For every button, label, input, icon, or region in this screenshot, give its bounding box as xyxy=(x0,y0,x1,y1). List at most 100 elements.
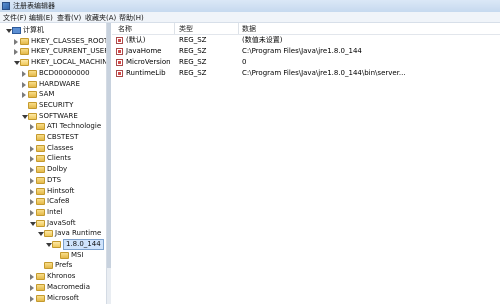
tree-node[interactable]: Prefs xyxy=(0,260,106,271)
list-header: 名称 类型 数据 xyxy=(112,23,500,35)
tree-node[interactable]: Khronos xyxy=(0,271,106,282)
tree-node[interactable]: JavaSoft xyxy=(0,218,106,229)
menu-favorites[interactable]: 收藏夹(A) xyxy=(85,13,116,23)
value-row[interactable]: MicroVersion REG_SZ 0 xyxy=(112,57,500,68)
value-data: (数值未设置) xyxy=(242,36,283,44)
column-name[interactable]: 名称 xyxy=(118,24,132,34)
menu-bar: 文件(F) 编辑(E) 查看(V) 收藏夹(A) 帮助(H) xyxy=(0,12,500,23)
tree-node-label: HKEY_CLASSES_ROOT xyxy=(31,36,107,45)
tree-node[interactable]: Dolby xyxy=(0,164,106,175)
expand-arrow-icon[interactable] xyxy=(14,49,18,56)
tree-node-label: Intel xyxy=(47,207,63,216)
expand-arrow-icon[interactable] xyxy=(14,38,18,45)
expand-arrow-icon[interactable] xyxy=(30,145,34,152)
folder-icon xyxy=(28,69,37,77)
tree-node[interactable]: HARDWARE xyxy=(0,79,106,90)
tree-scrollbar-thumb[interactable] xyxy=(107,23,111,268)
folder-icon xyxy=(44,230,53,238)
folder-icon xyxy=(36,208,45,216)
folder-icon xyxy=(36,198,45,206)
tree-node[interactable]: Hintsoft xyxy=(0,186,106,197)
expand-arrow-icon[interactable] xyxy=(22,70,26,77)
expand-arrow-icon[interactable] xyxy=(30,295,34,302)
menu-view[interactable]: 查看(V) xyxy=(57,13,81,23)
column-divider[interactable] xyxy=(238,23,239,34)
expand-arrow-icon[interactable] xyxy=(30,188,34,195)
column-data[interactable]: 数据 xyxy=(242,24,256,34)
expand-arrow-icon[interactable] xyxy=(22,81,26,88)
tree-node[interactable]: Java Runtime xyxy=(0,228,106,239)
window-title: 注册表编辑器 xyxy=(13,2,55,10)
tree-node-label: SECURITY xyxy=(39,100,74,109)
value-name: RuntimeLib xyxy=(126,69,166,77)
tree-node[interactable]: ICafe8 xyxy=(0,196,106,207)
expand-arrow-icon[interactable] xyxy=(30,156,34,163)
value-row[interactable]: (默认) REG_SZ (数值未设置) xyxy=(112,35,500,46)
tree-node-label: DTS xyxy=(47,175,62,184)
folder-icon xyxy=(36,123,45,131)
tree-node-label: HARDWARE xyxy=(39,79,80,88)
tree-node[interactable]: BCD00000000 xyxy=(0,68,106,79)
expand-arrow-icon[interactable] xyxy=(30,177,34,184)
tree-node-label: MSI xyxy=(71,250,84,259)
string-value-icon xyxy=(116,37,123,44)
tree-node[interactable]: 计算机 xyxy=(0,25,106,36)
tree-node-label: Hintsoft xyxy=(47,186,75,195)
value-row[interactable]: RuntimeLib REG_SZ C:\Program Files\Java\jr… xyxy=(112,68,500,79)
expand-arrow-icon[interactable] xyxy=(22,92,26,99)
folder-icon xyxy=(44,262,53,270)
value-name: MicroVersion xyxy=(126,58,171,66)
menu-help[interactable]: 帮助(H) xyxy=(119,13,144,23)
tree-node[interactable]: HKEY_LOCAL_MACHINE xyxy=(0,57,106,68)
folder-icon xyxy=(28,101,37,109)
folder-icon xyxy=(36,176,45,184)
tree-node[interactable]: HKEY_CURRENT_USER xyxy=(0,46,106,57)
tree-node-label: Classes xyxy=(47,143,74,152)
values-list: 名称 类型 数据 (默认) REG_SZ (数值未设置) JavaHome REG_SZ… xyxy=(112,23,500,304)
tree-node[interactable]: SECURITY xyxy=(0,100,106,111)
expand-arrow-icon[interactable] xyxy=(30,274,34,281)
folder-icon xyxy=(36,134,45,141)
tree-node-label: 1.8.0_144 xyxy=(63,239,104,250)
tree-scrollbar[interactable] xyxy=(106,23,111,304)
menu-file[interactable]: 文件(F) xyxy=(3,13,27,23)
column-divider[interactable] xyxy=(174,23,175,34)
tree-node[interactable]: Intel xyxy=(0,207,106,218)
expand-arrow-icon[interactable] xyxy=(30,167,34,174)
tree-node[interactable]: DTS xyxy=(0,175,106,186)
tree-node[interactable]: HKEY_CLASSES_ROOT xyxy=(0,36,106,47)
tree-node[interactable]: MSI xyxy=(0,250,106,261)
value-type: REG_SZ xyxy=(179,69,207,77)
value-type: REG_SZ xyxy=(179,58,207,66)
column-type[interactable]: 类型 xyxy=(179,24,193,34)
folder-icon xyxy=(52,241,61,248)
registry-tree[interactable]: 计算机 HKEY_CLASSES_ROOT HKEY_CURRENT_USER HKE… xyxy=(0,23,107,304)
value-name: JavaHome xyxy=(126,47,162,55)
tree-node-label: Microsoft xyxy=(47,293,79,302)
tree-node[interactable]: 1.8.0_144 xyxy=(0,239,106,250)
tree-node-label: Java Runtime xyxy=(55,229,102,238)
value-data: C:\Program Files\Java\jre1.8.0_144\bin\s… xyxy=(242,69,406,77)
tree-node[interactable]: ATI Technologie xyxy=(0,121,106,132)
expand-arrow-icon[interactable] xyxy=(30,209,34,216)
tree-node[interactable]: Clients xyxy=(0,153,106,164)
string-value-icon xyxy=(116,70,123,77)
tree-node[interactable]: CBSTEST xyxy=(0,132,106,143)
folder-icon xyxy=(36,294,45,302)
tree-node[interactable]: Macromedia xyxy=(0,282,106,293)
tree-node-label: Khronos xyxy=(47,272,76,281)
expand-arrow-icon[interactable] xyxy=(30,199,34,206)
expand-arrow-icon[interactable] xyxy=(30,284,34,291)
tree-node-label: Clients xyxy=(47,154,71,163)
tree-node[interactable]: SAM xyxy=(0,89,106,100)
tree-node-label: HKEY_LOCAL_MACHINE xyxy=(31,58,107,67)
tree-node[interactable]: Classes xyxy=(0,143,106,154)
tree-node[interactable]: SOFTWARE xyxy=(0,111,106,122)
tree-node-label: JavaSoft xyxy=(47,218,76,227)
value-row[interactable]: JavaHome REG_SZ C:\Program Files\Java\jre1… xyxy=(112,46,500,57)
tree-node[interactable]: Microsoft xyxy=(0,293,106,304)
folder-icon xyxy=(36,273,45,281)
folder-icon xyxy=(28,112,37,120)
menu-edit[interactable]: 编辑(E) xyxy=(29,13,53,23)
expand-arrow-icon[interactable] xyxy=(30,124,34,131)
